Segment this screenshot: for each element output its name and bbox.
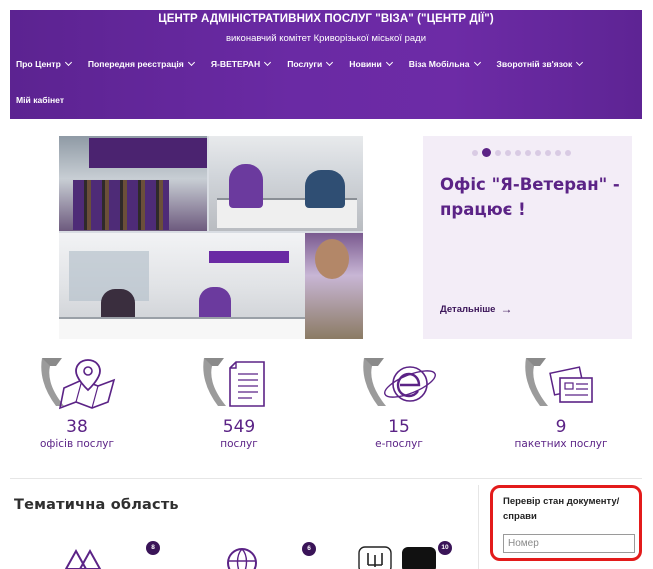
- chevron-down-icon: [64, 58, 72, 67]
- photo-hall-sign: [209, 251, 289, 263]
- stat-e-services[interactable]: 15 е-послуг: [344, 352, 454, 451]
- stat-e-services-label: е-послуг: [375, 438, 423, 450]
- photo-people: [73, 180, 169, 230]
- stat-e-services-value: 15: [388, 417, 410, 437]
- nav-feedback[interactable]: Зворотній зв'язок: [496, 58, 584, 69]
- photo-desk: [209, 136, 363, 231]
- hero-photo[interactable]: [59, 136, 363, 339]
- carousel-dots: [472, 148, 575, 157]
- nav-news[interactable]: Новини: [349, 58, 393, 69]
- main-nav: Про Центр Попередня реєстрація Я-ВЕТЕРАН…: [16, 58, 599, 69]
- nav-feedback-label: Зворотній зв'язок: [496, 59, 573, 69]
- topic-icon: [64, 548, 102, 569]
- my-cabinet-link[interactable]: Мій кабінет: [16, 95, 64, 105]
- stat-packages-label: пакетних послуг: [514, 438, 608, 450]
- arrow-right-icon: →: [500, 302, 513, 316]
- site-header: ЦЕНТР АДМІНІСТРАТИВНИХ ПОСЛУГ "ВІЗА" ("Ц…: [10, 10, 642, 119]
- carousel-dot[interactable]: [515, 149, 521, 156]
- nav-veteran-label: Я-ВЕТЕРАН: [210, 59, 261, 69]
- chevron-down-icon: [473, 58, 481, 67]
- photo-team: [59, 136, 207, 231]
- carousel-dot[interactable]: [525, 149, 531, 156]
- photo-banner: [89, 138, 207, 168]
- nav-about[interactable]: Про Центр: [16, 58, 72, 69]
- carousel-dot[interactable]: [555, 149, 561, 156]
- chevron-down-icon: [326, 58, 334, 67]
- more-link-label: Детальніше: [440, 304, 496, 315]
- map-pin-icon: [41, 358, 116, 410]
- column-divider: [478, 485, 479, 569]
- slide-title[interactable]: Офіс "Я-Ветеран" - працює !: [440, 172, 620, 222]
- site-subtitle: виконавчий комітет Криворізької міської …: [225, 33, 427, 44]
- stat-offices-label: офісів послуг: [39, 438, 115, 450]
- stat-services-value: 549: [222, 417, 256, 437]
- nav-services[interactable]: Послуги: [287, 58, 334, 69]
- topic-count-badge: 8: [146, 541, 160, 555]
- chevron-down-icon: [264, 58, 272, 67]
- photo-hall-table: [59, 317, 305, 339]
- stat-offices-value: 38: [66, 417, 88, 437]
- document-icon: [203, 358, 265, 407]
- nav-viza-mobile-label: Віза Мобільна: [408, 59, 470, 69]
- document-number-input[interactable]: [503, 534, 635, 553]
- status-check-label: Перевір стан документу/справи: [503, 496, 620, 522]
- stat-offices[interactable]: 38 офісів послуг: [22, 352, 132, 451]
- carousel-dot-active[interactable]: [482, 148, 491, 157]
- section-divider: [10, 478, 642, 479]
- package-icon: [525, 358, 593, 406]
- trident-icon: [358, 546, 436, 569]
- stat-services[interactable]: 549 послуг: [184, 352, 294, 451]
- topic-item[interactable]: 8: [60, 541, 160, 569]
- photo-staff: [229, 164, 263, 208]
- carousel-dot[interactable]: [545, 149, 551, 156]
- chevron-down-icon: [187, 58, 195, 67]
- nav-services-label: Послуги: [287, 59, 323, 69]
- carousel-dot[interactable]: [535, 149, 541, 156]
- carousel-dot[interactable]: [565, 149, 571, 156]
- more-link[interactable]: Детальніше →: [440, 302, 513, 316]
- carousel-dot[interactable]: [505, 149, 511, 156]
- stat-services-label: послуг: [220, 438, 258, 450]
- nav-about-label: Про Центр: [16, 59, 61, 69]
- topics-title: Тематична область: [14, 497, 179, 513]
- e-globe-icon: [363, 358, 436, 406]
- topic-item[interactable]: 10: [358, 541, 452, 569]
- nav-veteran[interactable]: Я-ВЕТЕРАН: [210, 58, 272, 69]
- topic-count-badge: 6: [302, 542, 316, 556]
- chevron-down-icon: [385, 58, 393, 67]
- nav-viza-mobile[interactable]: Віза Мобільна: [408, 58, 481, 69]
- document-status-check: Перевір стан документу/справи: [490, 485, 642, 561]
- globe-icon: [227, 548, 257, 569]
- slide-card: Офіс "Я-Ветеран" - працює ! Детальніше →: [423, 136, 632, 339]
- photo-visitor: [305, 170, 345, 208]
- photo-portrait-face: [315, 239, 349, 279]
- carousel-dot[interactable]: [495, 149, 501, 156]
- chevron-down-icon: [576, 58, 584, 67]
- nav-pre-registration-label: Попередня реєстрація: [87, 59, 184, 69]
- stat-packages-value: 9: [555, 417, 567, 437]
- site-title[interactable]: ЦЕНТР АДМІНІСТРАТИВНИХ ПОСЛУГ "ВІЗА" ("Ц…: [10, 13, 642, 25]
- topic-count-badge: 10: [438, 541, 452, 555]
- carousel-dot[interactable]: [472, 149, 478, 156]
- photo-portrait: [305, 233, 363, 339]
- photo-hall: [59, 233, 305, 339]
- nav-news-label: Новини: [349, 59, 382, 69]
- stat-packages[interactable]: 9 пакетних послуг: [506, 352, 616, 451]
- topic-item[interactable]: 6: [218, 541, 316, 569]
- nav-pre-registration[interactable]: Попередня реєстрація: [87, 58, 195, 69]
